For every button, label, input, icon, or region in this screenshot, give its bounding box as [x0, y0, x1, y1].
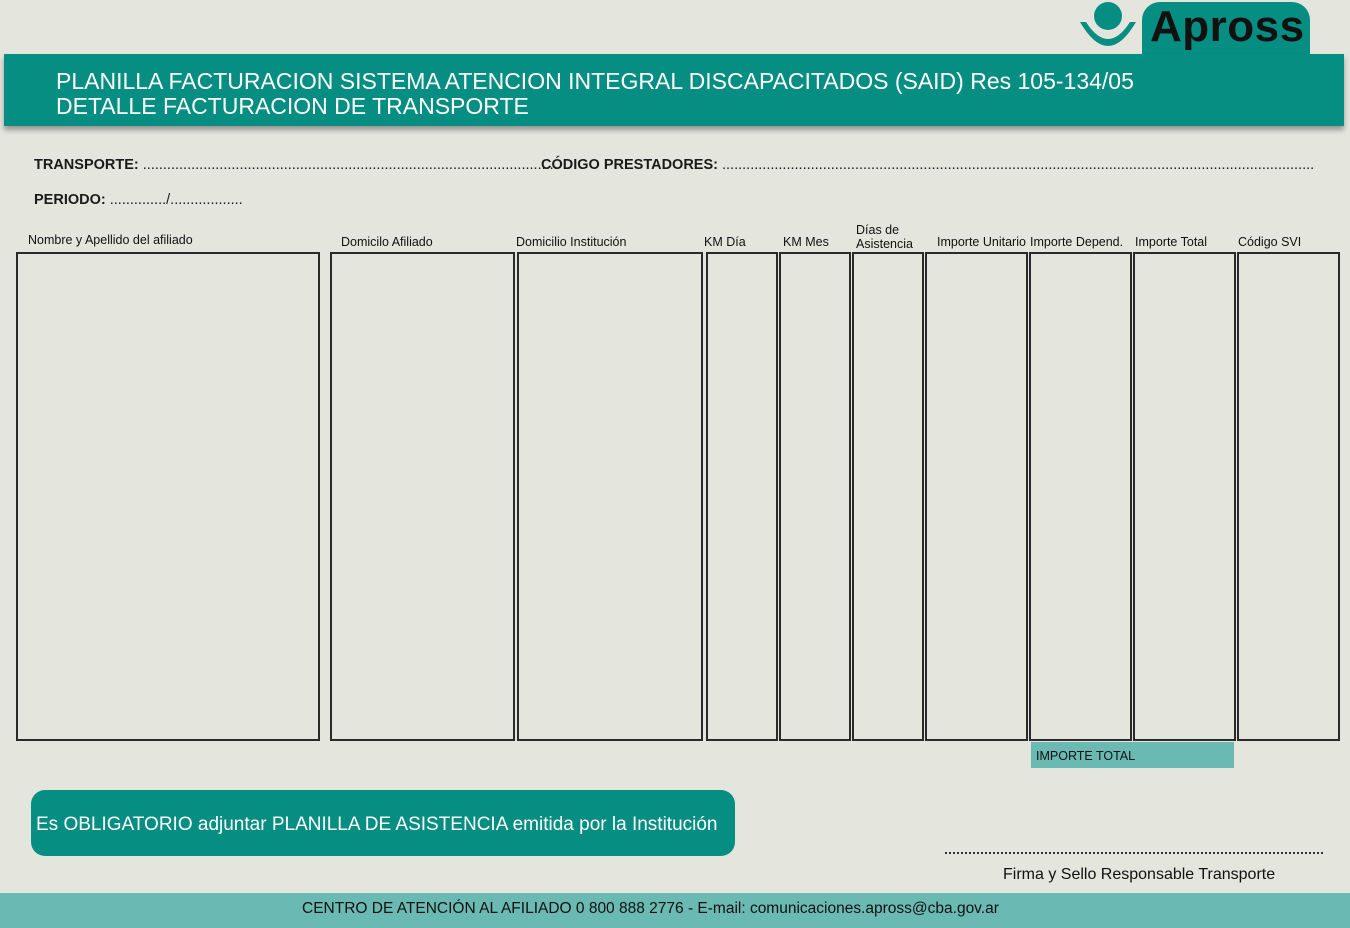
- column-header-domicilio-institucion: Domicilio Institución: [516, 235, 627, 249]
- mandatory-notice: Es OBLIGATORIO adjuntar PLANILLA DE ASIS…: [31, 790, 735, 856]
- apross-logo-icon: [1080, 2, 1136, 46]
- periodo-field[interactable]: PERIODO: ............../................…: [34, 192, 243, 208]
- codigo-prestadores-dots: ........................................…: [722, 157, 1315, 173]
- logo-text: Apross: [1150, 2, 1305, 51]
- column-box-domicilio-afiliado[interactable]: [330, 252, 515, 741]
- column-box-nombre[interactable]: [16, 252, 320, 741]
- column-box-codigo-svi[interactable]: [1237, 252, 1340, 741]
- page-title: PLANILLA FACTURACION SISTEMA ATENCION IN…: [56, 68, 1134, 94]
- signature-label: Firma y Sello Responsable Transporte: [1003, 866, 1276, 883]
- column-box-importe-total[interactable]: [1133, 252, 1236, 741]
- apross-logo: Apross: [1076, 0, 1312, 58]
- column-box-km-dia[interactable]: [706, 252, 778, 741]
- column-box-dias-asistencia[interactable]: [852, 252, 924, 741]
- footer-bar: CENTRO DE ATENCIÓN AL AFILIADO 0 800 888…: [0, 893, 1350, 928]
- column-header-importe-depend: Importe Depend.: [1030, 235, 1124, 249]
- periodo-label: PERIODO:: [34, 192, 106, 208]
- codigo-prestadores-label: CÓDIGO PRESTADORES:: [541, 157, 718, 173]
- header-band: PLANILLA FACTURACION SISTEMA ATENCION IN…: [4, 54, 1344, 126]
- page-subtitle: DETALLE FACTURACION DE TRANSPORTE: [56, 93, 529, 119]
- periodo-dots: ............../..................: [109, 192, 243, 208]
- transporte-label: TRANSPORTE:: [34, 157, 139, 173]
- column-header-codigo-svi: Código SVI: [1238, 235, 1302, 249]
- transporte-field[interactable]: TRANSPORTE: ............................…: [34, 157, 558, 173]
- column-header-km-mes: KM Mes: [783, 235, 829, 249]
- column-header-domicilio-afiliado: Domicilo Afiliado: [341, 235, 433, 249]
- column-header-importe-total: Importe Total: [1135, 235, 1208, 249]
- column-box-km-mes[interactable]: [779, 252, 851, 741]
- codigo-prestadores-field[interactable]: CÓDIGO PRESTADORES: ....................…: [541, 157, 1314, 173]
- transporte-dots: ........................................…: [142, 157, 558, 173]
- signature-line[interactable]: [945, 852, 1323, 854]
- column-box-importe-unitario[interactable]: [925, 252, 1028, 741]
- column-box-importe-depend[interactable]: [1029, 252, 1132, 741]
- column-header-nombre: Nombre y Apellido del afiliado: [28, 233, 193, 247]
- column-box-domicilio-institucion[interactable]: [517, 252, 703, 741]
- importe-total-cell[interactable]: IMPORTE TOTAL: [1031, 742, 1234, 768]
- column-header-dias-asistencia: Días de Asistencia: [856, 223, 913, 251]
- column-header-importe-unitario: Importe Unitario: [937, 235, 1026, 249]
- column-header-km-dia: KM Día: [704, 235, 746, 249]
- footer-contact: CENTRO DE ATENCIÓN AL AFILIADO 0 800 888…: [302, 900, 999, 917]
